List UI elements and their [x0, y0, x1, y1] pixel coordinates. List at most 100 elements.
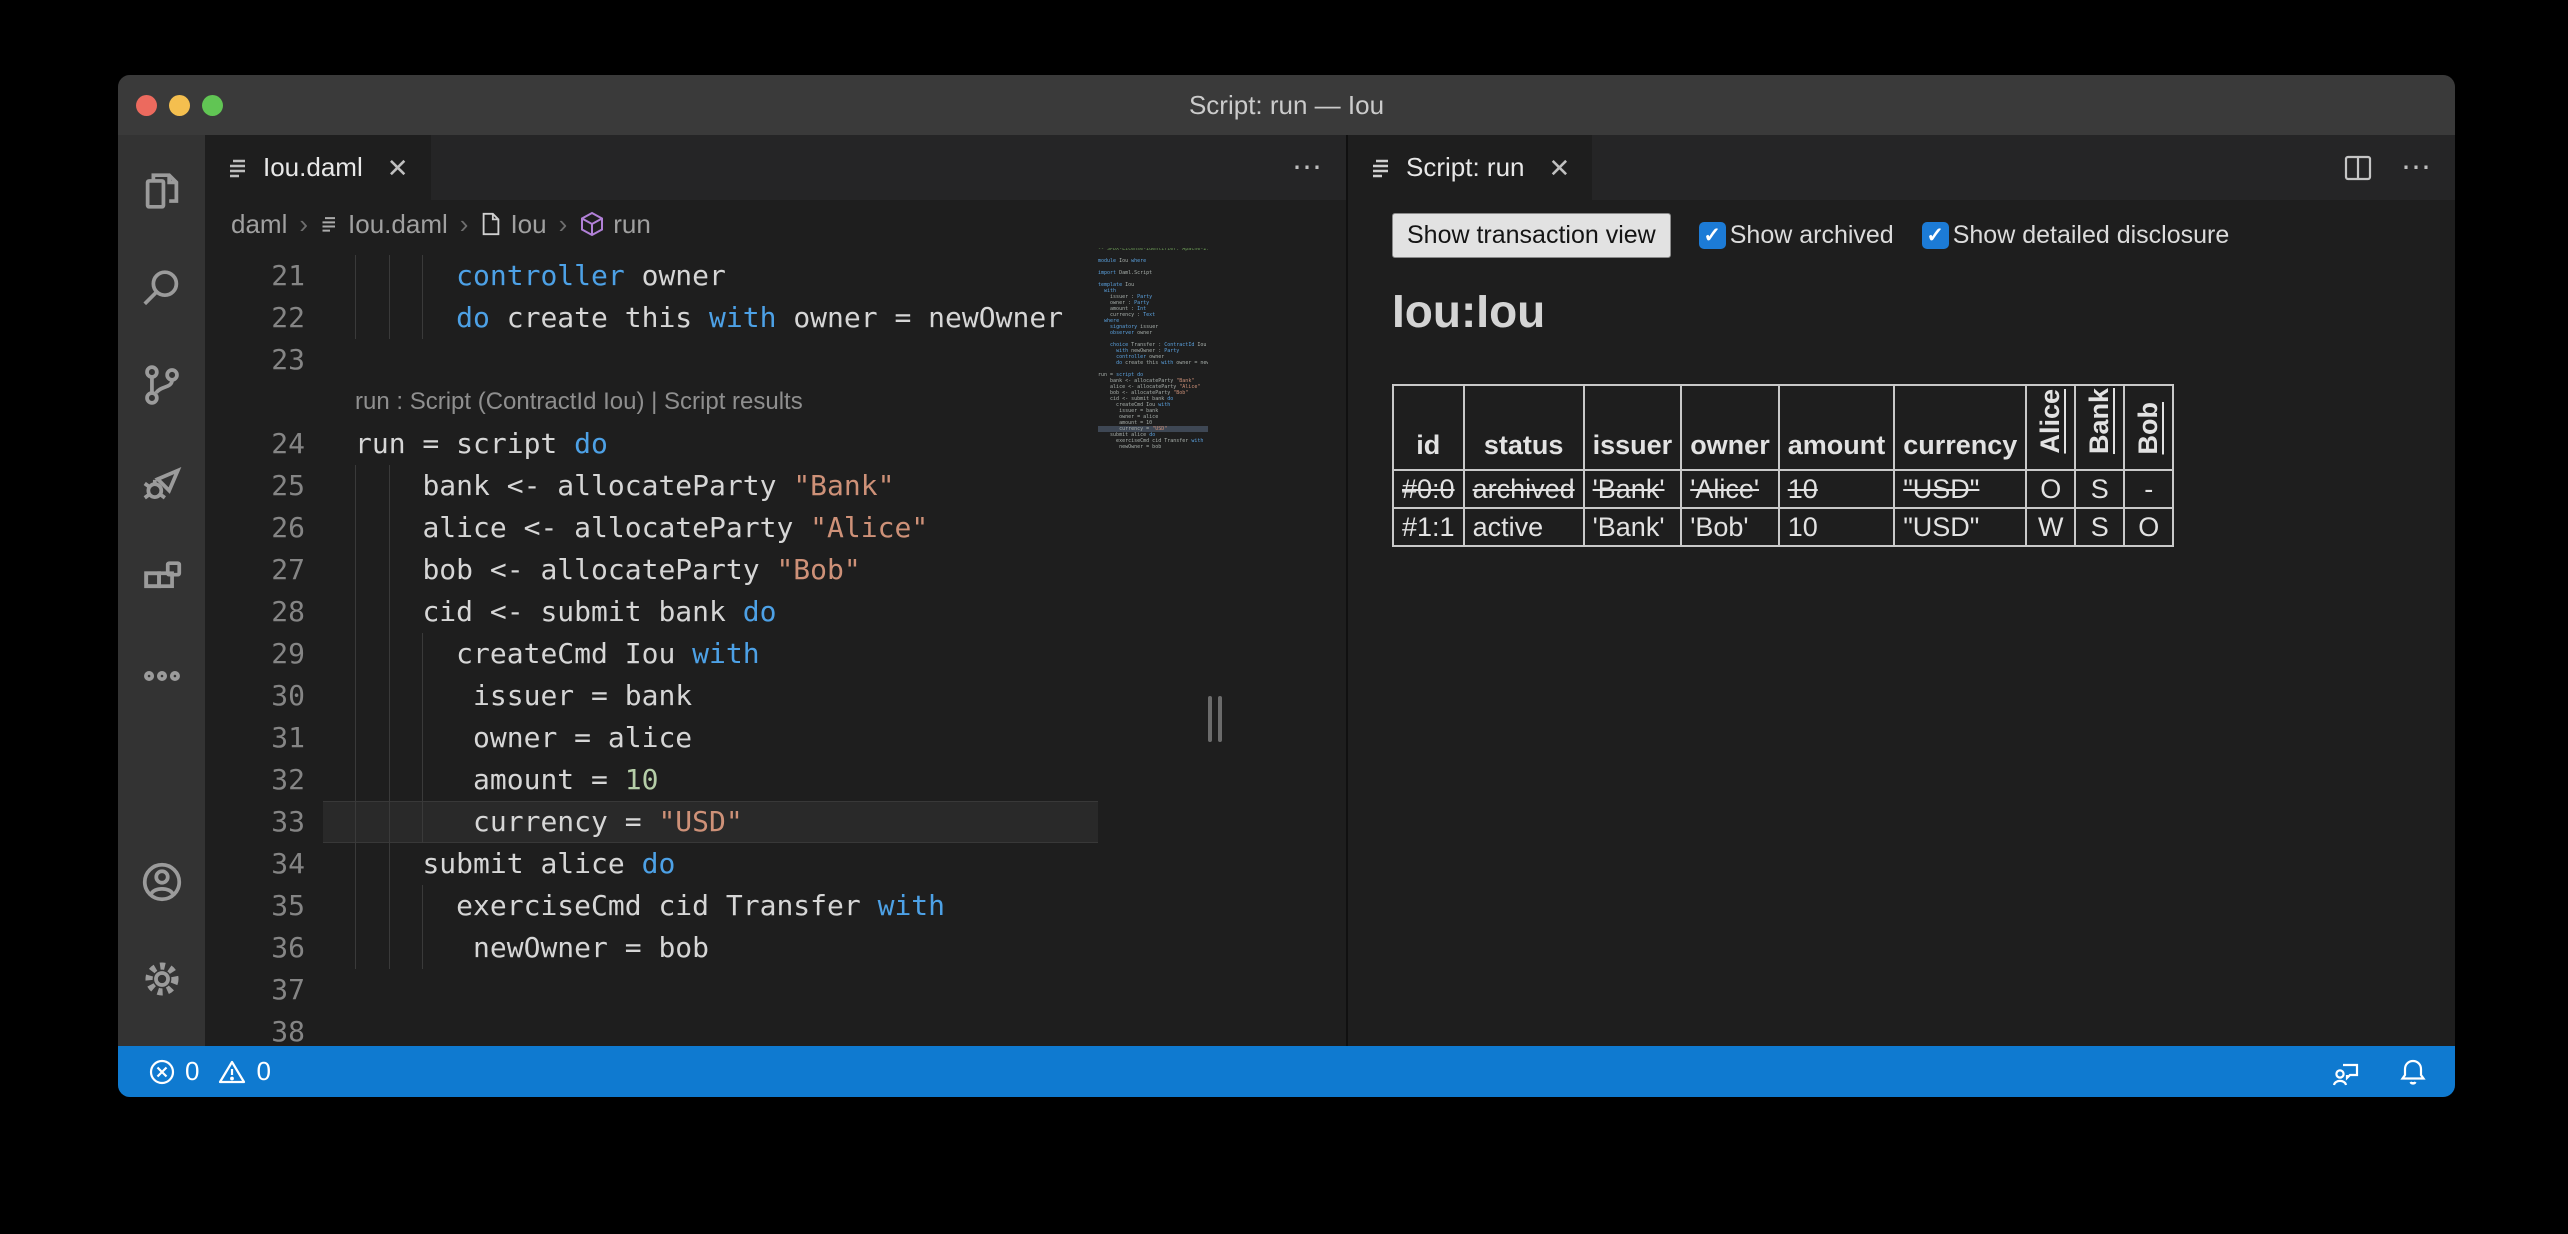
daml-file-icon [227, 156, 251, 180]
chevron-right-icon: › [299, 209, 308, 240]
editor-tabbar: Iou.daml ✕ ⋯ [205, 135, 1346, 200]
show-transaction-view-button[interactable]: Show transaction view [1392, 213, 1671, 258]
breadcrumb-file[interactable]: Iou.daml [320, 209, 448, 240]
table-cell: 10 [1779, 470, 1895, 508]
code-line-27: 27 bob <- allocateParty "Bob" [205, 549, 1098, 591]
chevron-right-icon: › [460, 209, 469, 240]
split-editor-icon[interactable] [2343, 154, 2373, 182]
code-line-35: 35 exerciseCmd cid Transfer with [205, 885, 1098, 927]
explorer-icon[interactable] [132, 161, 192, 221]
run-and-debug-icon[interactable] [132, 452, 192, 512]
column-header-issuer: issuer [1584, 385, 1682, 470]
editor-group-script-results: Script: run ✕ ⋯ Show transaction view ✓ … [1348, 135, 2455, 1046]
code-line-38: 38 [205, 1011, 1098, 1046]
warning-count: 0 [256, 1056, 270, 1087]
code-line-29: 29 createCmd Iou with [205, 633, 1098, 675]
table-cell: 'Bob' [1681, 508, 1779, 546]
bell-icon[interactable] [2399, 1057, 2427, 1087]
template-heading: Iou:Iou [1392, 284, 2455, 338]
scrollbar-handle[interactable] [1208, 696, 1222, 742]
symbol-cube-icon [579, 211, 605, 237]
code-line-23: 23 [205, 339, 1098, 381]
breadcrumb-module[interactable]: Iou [480, 209, 546, 240]
status-bar: 0 0 [118, 1046, 2455, 1097]
table-row: #1:1active'Bank''Bob'10"USD"WSO [1393, 508, 2173, 546]
breadcrumb-folder[interactable]: daml [231, 209, 287, 240]
table-cell: 'Bank' [1584, 470, 1682, 508]
table-cell: archived [1464, 470, 1584, 508]
code-line-25: 25 bank <- allocateParty "Bank" [205, 465, 1098, 507]
vscode-window: Script: run — Iou [118, 75, 2455, 1097]
breadcrumb: daml › Iou.daml › Iou › run [205, 200, 1346, 248]
party-witness-cell: O [2124, 508, 2173, 546]
code-line-28: 28 cid <- submit bank do [205, 591, 1098, 633]
codelens-row[interactable]: run : Script (ContractId Iou) | Script r… [205, 381, 1098, 423]
party-witness-cell: W [2026, 508, 2075, 546]
party-column-header-bob: Bob [2124, 385, 2173, 470]
column-header-status: status [1464, 385, 1584, 470]
party-witness-cell: S [2075, 470, 2124, 508]
table-cell: active [1464, 508, 1584, 546]
code-line-22: 22 do create this with owner = newOwner [205, 297, 1098, 339]
tab-script-run[interactable]: Script: run ✕ [1348, 135, 1593, 200]
code-line-37: 37 [205, 969, 1098, 1011]
checkbox-checked-icon[interactable]: ✓ [1922, 222, 1949, 249]
checkbox-checked-icon[interactable]: ✓ [1699, 222, 1726, 249]
daml-file-icon [320, 214, 340, 234]
table-cell: #1:1 [1393, 508, 1464, 546]
code-line-30: 30 issuer = bank [205, 675, 1098, 717]
daml-file-icon [1370, 156, 1394, 180]
code-line-33: 33 currency = "USD" [205, 801, 1098, 843]
column-header-owner: owner [1681, 385, 1779, 470]
party-column-header-bank: Bank [2075, 385, 2124, 470]
script-results-view: Show transaction view ✓ Show archived ✓ … [1348, 200, 2455, 1046]
table-cell: 'Bank' [1584, 508, 1682, 546]
feedback-icon[interactable] [2331, 1057, 2363, 1087]
editor-group-code: Iou.daml ✕ ⋯ daml › Iou.daml › Iou › [205, 135, 1346, 1046]
show-detailed-disclosure-option[interactable]: ✓ Show detailed disclosure [1922, 221, 2230, 250]
party-witness-cell: S [2075, 508, 2124, 546]
code-editor[interactable]: 21 controller owner22 do create this wit… [205, 248, 1346, 1046]
code-line-21: 21 controller owner [205, 255, 1098, 297]
error-icon [148, 1058, 176, 1086]
activity-bar [118, 135, 205, 1046]
code-line-34: 34 submit alice do [205, 843, 1098, 885]
search-icon[interactable] [132, 258, 192, 318]
column-header-currency: currency [1894, 385, 2026, 470]
show-archived-option[interactable]: ✓ Show archived [1699, 221, 1894, 250]
tab-label: Script: run [1406, 152, 1525, 183]
breadcrumb-symbol-run[interactable]: run [579, 209, 651, 240]
party-column-header-alice: Alice [2026, 385, 2075, 470]
source-control-icon[interactable] [132, 355, 192, 415]
extensions-icon[interactable] [132, 549, 192, 609]
code-line-32: 32 amount = 10 [205, 759, 1098, 801]
titlebar: Script: run — Iou [118, 75, 2455, 135]
table-cell: 'Alice' [1681, 470, 1779, 508]
contracts-table: idstatusissuerowneramountcurrencyAliceBa… [1392, 384, 2174, 547]
chevron-right-icon: › [559, 209, 568, 240]
panel-tabbar: Script: run ✕ ⋯ [1348, 135, 2455, 200]
code-line-24: 24run = script do [205, 423, 1098, 465]
error-count: 0 [185, 1056, 199, 1087]
code-line-36: 36 newOwner = bob [205, 927, 1098, 969]
column-header-id: id [1393, 385, 1464, 470]
tab-iou-daml[interactable]: Iou.daml ✕ [205, 135, 432, 200]
settings-gear-icon[interactable] [132, 949, 192, 1009]
account-icon[interactable] [132, 852, 192, 912]
column-header-amount: amount [1779, 385, 1895, 470]
problems-status[interactable]: 0 0 [148, 1056, 271, 1087]
table-cell: "USD" [1894, 508, 2026, 546]
table-cell: "USD" [1894, 470, 2026, 508]
panel-more-actions-icon[interactable]: ⋯ [2401, 150, 2433, 185]
code-line-26: 26 alice <- allocateParty "Alice" [205, 507, 1098, 549]
party-witness-cell: O [2026, 470, 2075, 508]
window-title: Script: run — Iou [118, 75, 2455, 135]
tab-close-icon[interactable]: ✕ [387, 155, 409, 181]
tab-close-icon[interactable]: ✕ [1549, 155, 1571, 181]
party-witness-cell: - [2124, 470, 2173, 508]
minimap[interactable]: -- Copyright (c) 2023 Digital Asset (Swi… [1098, 248, 1208, 450]
table-row: #0:0archived'Bank''Alice'10"USD"OS- [1393, 470, 2173, 508]
warning-icon [217, 1058, 247, 1086]
editor-more-actions-icon[interactable]: ⋯ [1292, 150, 1324, 185]
more-actions-icon[interactable] [132, 646, 192, 706]
